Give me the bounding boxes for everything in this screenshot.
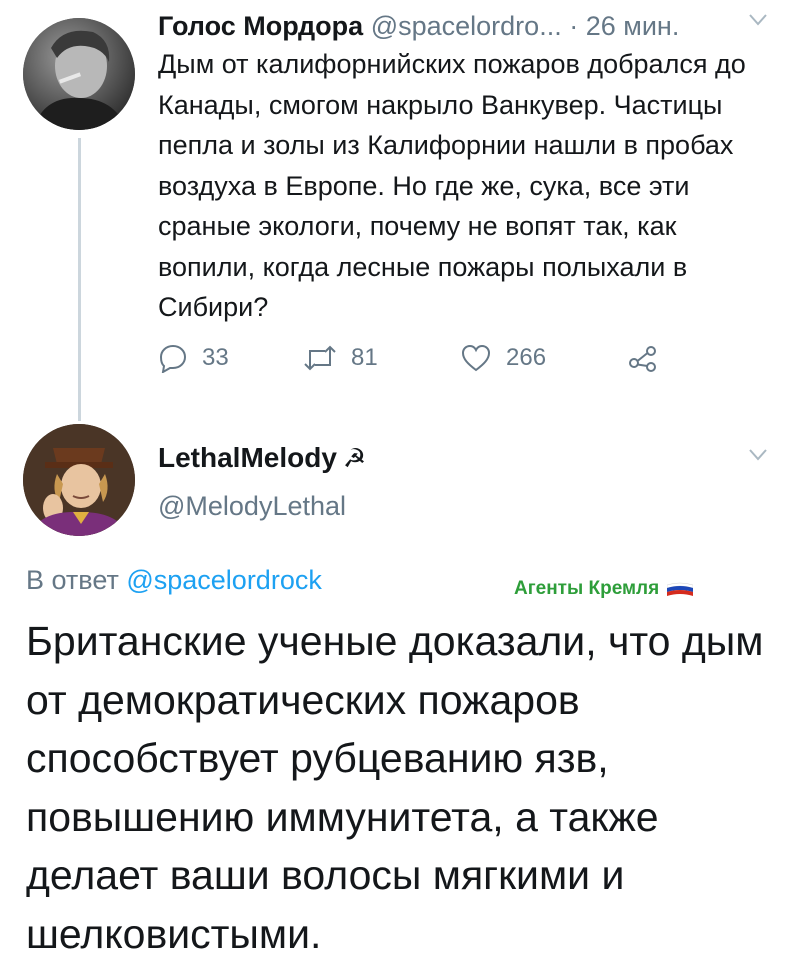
retweet-button[interactable]: 81	[303, 338, 378, 378]
author-handle[interactable]: @MelodyLethal	[158, 486, 346, 526]
reply-handle-link[interactable]: @spacelordrock	[126, 565, 322, 595]
share-button[interactable]	[628, 338, 658, 378]
author-name[interactable]: LethalMelody	[158, 442, 337, 473]
chevron-down-icon[interactable]	[749, 14, 767, 26]
author-handle[interactable]: @spacelordro...	[371, 11, 562, 41]
reply-context: В ответ @spacelordrock	[26, 562, 322, 598]
chevron-down-icon[interactable]	[749, 449, 767, 461]
separator-dot: ·	[569, 11, 579, 41]
author-name-row[interactable]: LethalMelody ☭	[158, 436, 366, 480]
tweet1-text: Дым от калифорнийских пожаров добрался д…	[158, 49, 746, 322]
like-icon	[461, 344, 491, 372]
like-button[interactable]: 266	[460, 338, 546, 378]
label-text: Агенты Кремля	[514, 578, 660, 599]
retweet-count: 81	[351, 344, 378, 371]
reply-count: 33	[202, 344, 229, 371]
share-icon	[629, 346, 656, 372]
avatar-lethalmelody[interactable]	[23, 424, 135, 536]
tweet1-header: Голос Мордора @spacelordro... · 26 мин.	[158, 6, 778, 46]
reply-prefix: В ответ	[26, 565, 119, 595]
thread-connector-line	[78, 138, 81, 421]
author-name[interactable]: Голос Мордора	[158, 11, 363, 41]
tweet-time[interactable]: 26 мин.	[586, 11, 680, 41]
avatar-photo	[23, 18, 135, 130]
avatar-photo	[23, 424, 135, 536]
reply-icon	[159, 344, 187, 373]
like-count: 266	[506, 344, 547, 371]
retweet-icon	[304, 345, 336, 371]
reply-button[interactable]: 33	[158, 338, 229, 378]
russian-flag-icon	[667, 582, 694, 596]
tweet1-action-bar: 33 81 266	[158, 338, 718, 378]
hammer-sickle-icon: ☭	[342, 443, 367, 473]
tweet2-text: Британские ученые доказали, что дым от д…	[26, 618, 764, 957]
kremlin-agents-label: Агенты Кремля	[514, 574, 694, 604]
avatar-golos-mordora[interactable]	[23, 18, 135, 130]
